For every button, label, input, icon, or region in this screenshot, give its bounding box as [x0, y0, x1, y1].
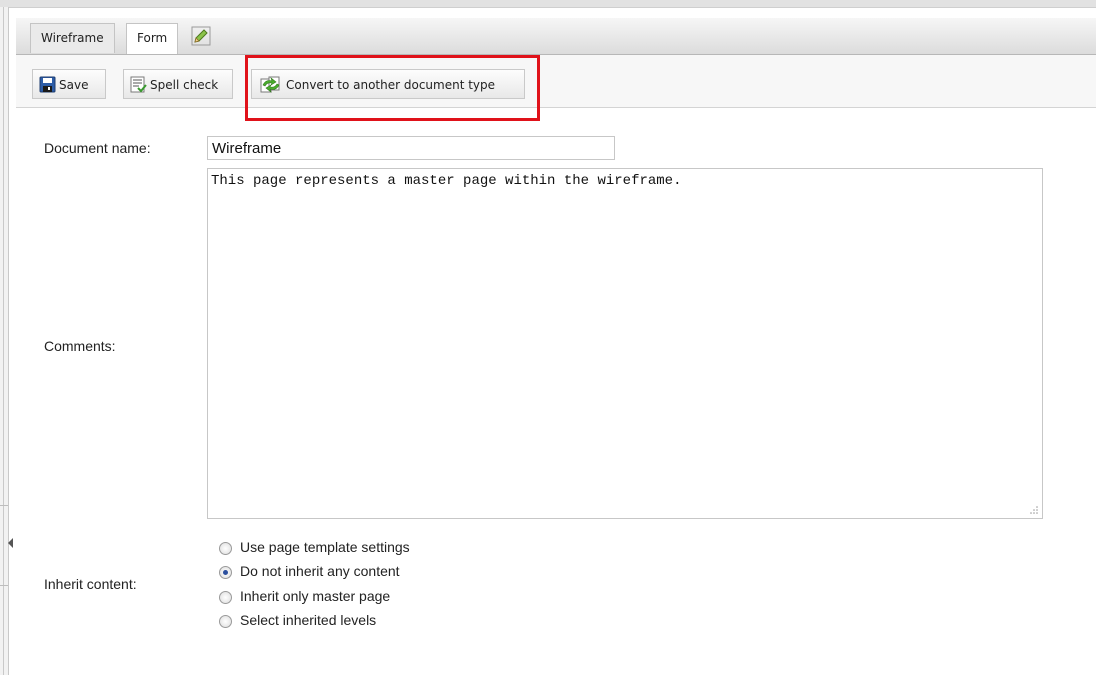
spell-check-button[interactable]: Spell check [123, 69, 233, 99]
highlight-box [245, 55, 540, 121]
radio-button-selected[interactable] [219, 566, 232, 579]
comments-text: This page represents a master page withi… [211, 173, 682, 189]
radio-label: Use page template settings [240, 539, 410, 555]
splitter-line [3, 7, 4, 675]
radio-label: Select inherited levels [240, 612, 377, 628]
spell-check-label: Spell check [150, 78, 219, 92]
save-label: Save [59, 78, 89, 92]
radio-label: Do not inherit any content [240, 563, 400, 579]
splitter-divider [0, 505, 8, 506]
document-name-label: Document name: [44, 140, 151, 156]
splitter-divider [0, 585, 8, 586]
radio-button[interactable] [219, 542, 232, 555]
radio-button[interactable] [219, 615, 232, 628]
save-icon [39, 76, 56, 93]
collapse-arrow-icon[interactable] [8, 538, 13, 548]
tab-form[interactable]: Form [126, 23, 179, 54]
spell-check-icon [130, 76, 147, 93]
top-strip [0, 0, 1096, 8]
document-name-field[interactable] [207, 136, 615, 160]
radio-label: Inherit only master page [240, 588, 391, 604]
toolbar: Save Spell check Convert to another docu… [16, 55, 1096, 108]
save-button[interactable]: Save [32, 69, 106, 99]
comments-textarea[interactable]: This page represents a master page withi… [207, 168, 1043, 519]
comments-label: Comments: [44, 338, 116, 354]
resize-grip-icon[interactable] [1029, 505, 1039, 515]
left-panel-splitter[interactable] [0, 7, 9, 675]
tab-label: Wireframe [41, 31, 104, 45]
tab-label: Form [137, 31, 168, 45]
tab-bar: Wireframe Form [16, 18, 1096, 55]
inherit-content-label: Inherit content: [44, 576, 137, 592]
radio-button[interactable] [219, 591, 232, 604]
tab-wireframe[interactable]: Wireframe [30, 23, 115, 53]
pencil-icon[interactable] [191, 26, 211, 46]
